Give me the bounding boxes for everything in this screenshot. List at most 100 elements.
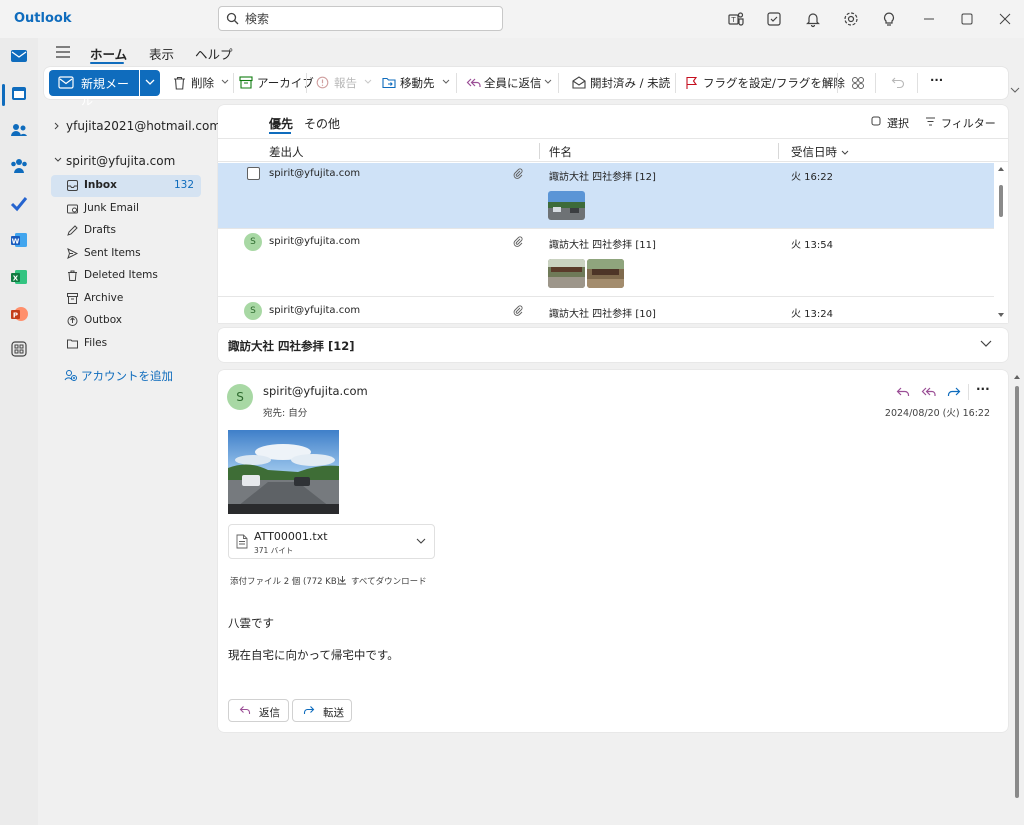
inline-image[interactable] <box>228 430 339 514</box>
chevron-down-icon[interactable] <box>221 79 229 85</box>
inbox-icon <box>67 180 78 191</box>
column-divider[interactable] <box>539 143 540 159</box>
search-box[interactable] <box>218 6 503 31</box>
ribbon-divider <box>306 73 307 93</box>
message-from[interactable]: spirit@yfujita.com <box>263 384 368 398</box>
mail-icon <box>58 76 74 89</box>
folder-sent-items[interactable]: Sent Items <box>51 243 201 265</box>
send-icon <box>67 248 78 259</box>
chevron-down-icon[interactable] <box>442 79 450 85</box>
ribbon-divider <box>875 73 876 93</box>
teams-icon[interactable]: T <box>727 10 745 28</box>
chevron-down-icon[interactable] <box>364 79 372 85</box>
paperclip-icon <box>513 236 523 247</box>
svg-text:P: P <box>13 312 18 320</box>
ribbon-expand-icon[interactable] <box>1010 87 1020 94</box>
action-divider <box>968 384 969 400</box>
copilot-icon[interactable] <box>850 75 866 91</box>
attachment-thumbnail[interactable] <box>587 259 624 288</box>
word-app-icon[interactable]: W <box>9 230 29 250</box>
folder-inbox[interactable]: Inbox 132 <box>51 175 201 197</box>
ribbon-toolbar: 新規メール 削除 アーカイブ 報告 移動先 全員に返信 開封済み / 未読 フラ… <box>44 67 1008 108</box>
lightbulb-icon[interactable] <box>880 10 898 28</box>
my-day-icon[interactable] <box>765 10 783 28</box>
folder-outbox[interactable]: Outbox <box>51 310 201 332</box>
people-app-icon[interactable] <box>9 120 29 140</box>
mail-app-icon[interactable] <box>9 46 29 66</box>
tab-view[interactable]: 表示 <box>149 44 174 63</box>
column-divider[interactable] <box>778 143 779 159</box>
ribbon-divider <box>837 73 838 93</box>
folder-files[interactable]: Files <box>51 333 201 355</box>
folder-archive[interactable]: Archive <box>51 288 201 310</box>
table-row[interactable]: S spirit@yfujita.com 諏訪大社 四社参拝 [10] 火 13… <box>218 297 994 323</box>
excel-app-icon[interactable]: X <box>9 267 29 287</box>
todo-app-icon[interactable] <box>9 193 29 213</box>
groups-app-icon[interactable] <box>9 156 29 176</box>
trash-icon <box>68 270 77 281</box>
attachment-thumbnail[interactable] <box>548 259 585 288</box>
more-options-button[interactable]: ··· <box>930 73 943 89</box>
attachment-card[interactable]: ATT00001.txt 371 バイト <box>228 524 435 559</box>
forward-button[interactable]: 転送 <box>292 699 352 722</box>
message-list: 優先 その他 選択 フィルター 差出人 件名 受信日時 spirit@yfuji… <box>218 105 1008 323</box>
tab-focused[interactable]: 優先 <box>269 115 293 132</box>
ribbon-divider <box>917 73 918 93</box>
scroll-up-icon[interactable] <box>1014 375 1020 379</box>
tab-home[interactable]: ホーム <box>90 44 127 63</box>
attachment-thumbnail[interactable] <box>548 191 585 220</box>
chevron-down-icon[interactable] <box>980 340 992 348</box>
list-column-header: 差出人 件名 受信日時 <box>218 138 1008 162</box>
folder-junk-email[interactable]: Junk Email <box>51 198 201 220</box>
more-actions-button[interactable]: ··· <box>976 382 990 396</box>
more-apps-icon[interactable] <box>9 339 29 359</box>
minimize-icon[interactable] <box>920 10 938 28</box>
attachment-size: 371 バイト <box>254 546 294 555</box>
new-mail-dropdown[interactable] <box>140 70 160 96</box>
message-to: 宛先: 自分 <box>263 408 308 419</box>
calendar-app-icon[interactable] <box>9 83 29 103</box>
column-from[interactable]: 差出人 <box>269 144 304 160</box>
reply-all-icon <box>466 78 481 87</box>
chevron-down-icon <box>145 79 155 85</box>
tab-help[interactable]: ヘルプ <box>195 44 233 63</box>
chevron-down-icon[interactable] <box>544 79 552 85</box>
powerpoint-app-icon[interactable]: P <box>9 304 29 324</box>
svg-text:T: T <box>730 16 736 24</box>
hamburger-menu-icon[interactable] <box>55 45 71 59</box>
list-scrollbar[interactable] <box>994 163 1008 323</box>
maximize-icon[interactable] <box>958 10 976 28</box>
bell-icon[interactable] <box>804 10 822 28</box>
ribbon-divider <box>558 73 559 93</box>
new-mail-button[interactable]: 新規メール <box>49 70 139 108</box>
road-photo-thumbnail <box>548 191 585 220</box>
table-row[interactable]: S spirit@yfujita.com 諏訪大社 四社参拝 [11] 火 13… <box>218 229 994 296</box>
forward-icon <box>303 706 315 714</box>
gear-icon[interactable] <box>842 10 860 28</box>
scroll-down-icon[interactable] <box>998 313 1004 317</box>
chevron-down-icon[interactable] <box>824 79 832 85</box>
reading-pane-scrollbar-thumb[interactable] <box>1015 386 1019 798</box>
list-scrollbar-thumb[interactable] <box>999 185 1003 217</box>
close-icon[interactable] <box>996 10 1014 28</box>
reply-all-icon[interactable] <box>921 386 936 398</box>
scroll-up-icon[interactable] <box>998 167 1004 171</box>
column-received[interactable]: 受信日時 <box>791 144 849 160</box>
row-checkbox[interactable] <box>247 167 260 180</box>
forward-icon[interactable] <box>947 386 961 398</box>
column-subject[interactable]: 件名 <box>549 144 572 160</box>
search-input[interactable] <box>245 10 495 28</box>
folder-deleted-items[interactable]: Deleted Items <box>51 265 201 287</box>
tab-other[interactable]: その他 <box>304 115 340 132</box>
sender-avatar[interactable]: S <box>227 384 253 410</box>
undo-icon[interactable] <box>891 76 905 90</box>
table-row[interactable]: spirit@yfujita.com 諏訪大社 四社参拝 [12] 火 16:2… <box>218 163 994 228</box>
reading-pane-scrollbar[interactable] <box>1013 373 1021 825</box>
folder-drafts[interactable]: Drafts <box>51 220 201 242</box>
conversation-title: 諏訪大社 四社参拝 [12] <box>228 339 355 353</box>
reply-button[interactable]: 返信 <box>228 699 289 722</box>
reply-icon[interactable] <box>896 386 910 398</box>
pencil-icon <box>67 225 78 236</box>
chevron-down-icon[interactable] <box>416 538 426 545</box>
file-icon <box>236 534 248 549</box>
